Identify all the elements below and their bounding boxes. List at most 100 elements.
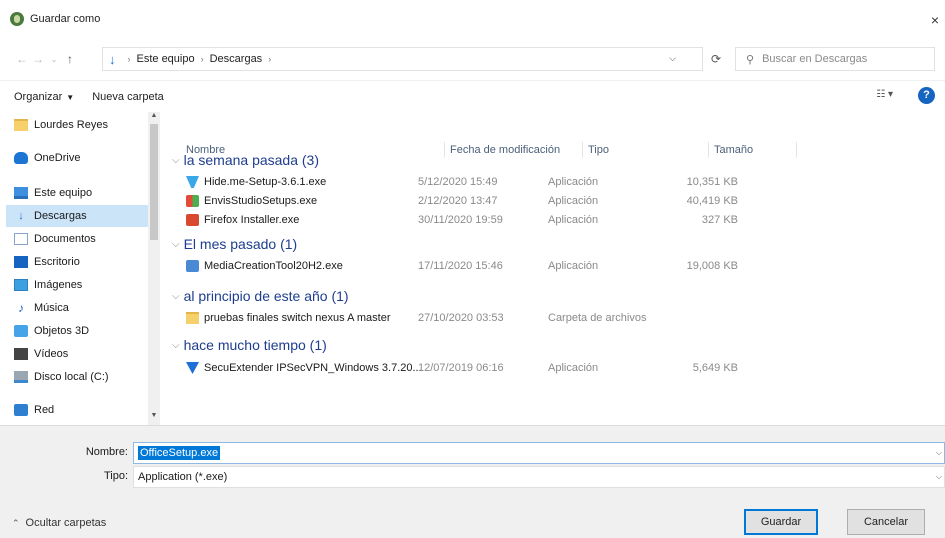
file-date: 5/12/2020 15:49 bbox=[418, 176, 498, 188]
media-creation-app-icon bbox=[186, 260, 199, 272]
pictures-icon bbox=[14, 279, 28, 291]
sidebar-item-documentos[interactable]: Documentos bbox=[14, 228, 148, 250]
hideme-app-icon bbox=[186, 176, 199, 188]
column-header-size[interactable]: Tamaño bbox=[714, 137, 753, 163]
file-type-label: Tipo: bbox=[103, 470, 128, 482]
file-name: EnvisStudioSetups.exe bbox=[204, 195, 318, 207]
sidebar-item-label: Lourdes Reyes bbox=[34, 119, 108, 131]
file-type: Aplicación bbox=[548, 260, 599, 272]
sidebar-item-label: Red bbox=[34, 404, 55, 416]
sidebar-item-label: OneDrive bbox=[34, 152, 81, 164]
folder-icon bbox=[14, 119, 28, 131]
desktop-icon bbox=[14, 256, 28, 268]
column-separator[interactable] bbox=[796, 142, 797, 158]
sidebar-item-onedrive[interactable]: OneDrive bbox=[14, 147, 148, 169]
address-dropdown-icon[interactable]: ⌵ bbox=[669, 53, 676, 64]
sidebar-item-este-equipo[interactable]: Este equipo bbox=[14, 182, 148, 204]
file-row-hideme[interactable]: Hide.me-Setup-3.6.1.exe 5/12/2020 15:49 … bbox=[186, 174, 826, 192]
download-icon: ↓ bbox=[18, 210, 24, 222]
back-arrow-icon[interactable]: ← bbox=[14, 52, 30, 66]
file-row-pruebas-folder[interactable]: pruebas finales switch nexus A master 27… bbox=[186, 310, 826, 328]
up-arrow-icon[interactable]: ↑ bbox=[62, 52, 78, 66]
file-row-firefox[interactable]: Firefox Installer.exe 30/11/2020 19:59 A… bbox=[186, 212, 826, 230]
chevron-up-icon: ⌃ bbox=[12, 517, 20, 528]
sidebar-item-videos[interactable]: Vídeos bbox=[14, 343, 148, 365]
group-header-last-week[interactable]: ⌵ la semana pasada (3) bbox=[172, 150, 319, 170]
column-separator[interactable] bbox=[444, 142, 445, 158]
sidebar-item-objetos-3d[interactable]: Objetos 3D bbox=[14, 320, 148, 342]
sidebar-item-label: Descargas bbox=[34, 210, 87, 222]
file-row-mediacreation[interactable]: MediaCreationTool20H2.exe 17/11/2020 15:… bbox=[186, 258, 826, 276]
address-row: ← → ⌄ ↑ ↓ › Este equipo › Descargas › ⌵ … bbox=[0, 38, 945, 80]
file-type: Aplicación bbox=[548, 195, 599, 207]
file-name-input[interactable]: OfficeSetup.exe ⌵ bbox=[133, 442, 945, 464]
scroll-down-arrow-icon[interactable]: ▼ bbox=[149, 412, 159, 419]
navigation-scrollbar-thumb[interactable] bbox=[150, 124, 158, 240]
sidebar-item-label: Vídeos bbox=[34, 348, 69, 360]
sidebar-item-label: Escritorio bbox=[34, 256, 80, 268]
file-size: 327 KB bbox=[701, 214, 738, 226]
chevron-down-icon[interactable]: ⌵ bbox=[936, 448, 942, 458]
file-row-secuextender[interactable]: SecuExtender IPSecVPN_Windows 3.7.20... … bbox=[186, 360, 826, 378]
chevron-down-icon: ▼ bbox=[66, 92, 75, 102]
file-row-envis[interactable]: EnvisStudioSetups.exe 2/12/2020 13:47 Ap… bbox=[186, 193, 826, 211]
file-name-cell: SecuExtender IPSecVPN_Windows 3.7.20... bbox=[186, 362, 422, 374]
breadcrumb-separator-icon[interactable]: › bbox=[268, 54, 271, 64]
search-input[interactable]: ⚲ Buscar en Descargas bbox=[735, 47, 935, 71]
address-bar[interactable]: ↓ › Este equipo › Descargas › ⌵ bbox=[102, 47, 703, 71]
title-bar: Guardar como × bbox=[0, 0, 945, 38]
sidebar-item-descargas[interactable]: ↓ Descargas bbox=[6, 205, 148, 227]
file-size: 19,008 KB bbox=[686, 260, 738, 272]
app-icon bbox=[10, 12, 24, 26]
cancel-button[interactable]: Cancelar bbox=[847, 509, 925, 535]
file-name-cell: MediaCreationTool20H2.exe bbox=[186, 260, 343, 272]
breadcrumb-separator-icon[interactable]: › bbox=[128, 54, 131, 64]
close-icon[interactable]: × bbox=[931, 12, 939, 28]
organize-button[interactable]: Organizar ▼ bbox=[14, 91, 74, 103]
sidebar-item-musica[interactable]: ♪ Música bbox=[14, 297, 148, 319]
column-separator[interactable] bbox=[582, 142, 583, 158]
sidebar-item-lourdes-reyes[interactable]: Lourdes Reyes bbox=[14, 114, 148, 136]
sidebar-item-red[interactable]: Red bbox=[14, 399, 148, 421]
group-header-long-ago[interactable]: ⌵ hace mucho tiempo (1) bbox=[172, 335, 327, 355]
breadcrumb-separator-icon[interactable]: › bbox=[201, 54, 204, 64]
organize-label: Organizar bbox=[14, 90, 63, 103]
chevron-down-icon[interactable]: ⌵ bbox=[936, 472, 942, 482]
chevron-down-icon: ⌵ bbox=[172, 339, 180, 351]
hide-folders-label: Ocultar carpetas bbox=[25, 517, 107, 529]
file-type-select[interactable]: Application (*.exe) ⌵ bbox=[133, 466, 945, 488]
chevron-down-icon: ⌵ bbox=[172, 154, 180, 166]
sidebar-item-escritorio[interactable]: Escritorio bbox=[14, 251, 148, 273]
column-separator[interactable] bbox=[708, 142, 709, 158]
view-options-icon[interactable]: ☷ ▾ bbox=[876, 89, 893, 100]
document-icon bbox=[14, 233, 28, 245]
scroll-up-arrow-icon[interactable]: ▲ bbox=[149, 112, 159, 119]
breadcrumb-descargas[interactable]: Descargas bbox=[210, 53, 263, 65]
breadcrumb-este-equipo[interactable]: Este equipo bbox=[137, 53, 195, 65]
file-size: 10,351 KB bbox=[686, 176, 738, 188]
file-name: Firefox Installer.exe bbox=[204, 214, 300, 226]
file-date: 2/12/2020 13:47 bbox=[418, 195, 498, 207]
sidebar-item-disco-local[interactable]: Disco local (C:) bbox=[14, 366, 148, 388]
save-button[interactable]: Guardar bbox=[744, 509, 818, 535]
column-header-date[interactable]: Fecha de modificación bbox=[450, 137, 560, 163]
group-label: la semana pasada (3) bbox=[183, 152, 320, 168]
group-header-last-month[interactable]: ⌵ El mes pasado (1) bbox=[172, 234, 297, 254]
disk-icon bbox=[14, 371, 28, 383]
sidebar-item-label: Documentos bbox=[34, 233, 96, 245]
forward-arrow-icon[interactable]: → bbox=[30, 52, 46, 66]
group-label: al principio de este año (1) bbox=[183, 288, 349, 304]
refresh-icon[interactable]: ⟳ bbox=[704, 47, 728, 71]
group-header-earlier-this-year[interactable]: ⌵ al principio de este año (1) bbox=[172, 286, 349, 306]
hide-folders-button[interactable]: ⌃ Ocultar carpetas bbox=[12, 517, 106, 529]
file-name-cell: pruebas finales switch nexus A master bbox=[186, 312, 390, 324]
help-icon[interactable]: ? bbox=[918, 87, 935, 104]
group-label: El mes pasado (1) bbox=[183, 236, 298, 252]
sidebar-item-imagenes[interactable]: Imágenes bbox=[14, 274, 148, 296]
new-folder-button[interactable]: Nueva carpeta bbox=[92, 91, 164, 103]
window-title: Guardar como bbox=[30, 13, 101, 25]
recent-locations-chevron-icon[interactable]: ⌄ bbox=[46, 55, 62, 64]
file-name-cell: EnvisStudioSetups.exe bbox=[186, 195, 317, 207]
file-type: Aplicación bbox=[548, 362, 599, 374]
column-header-type[interactable]: Tipo bbox=[588, 137, 609, 163]
